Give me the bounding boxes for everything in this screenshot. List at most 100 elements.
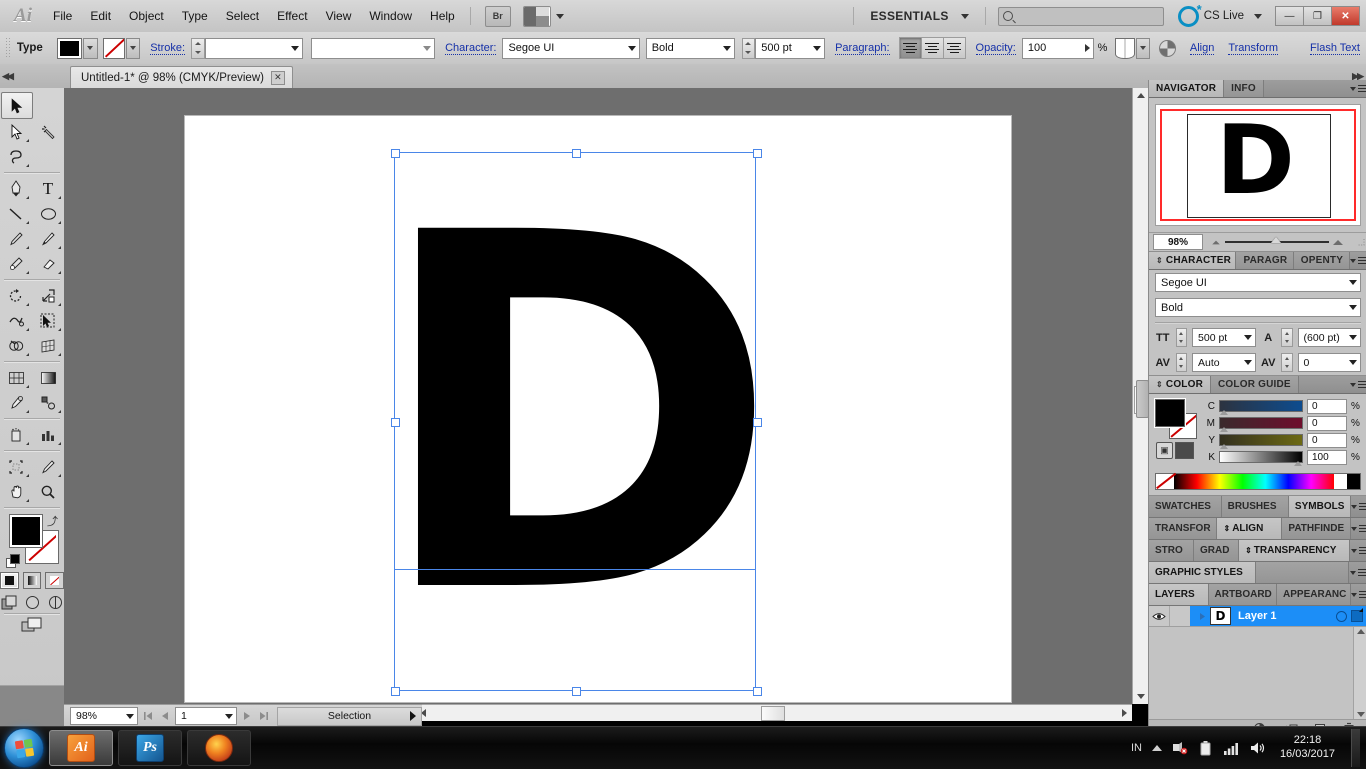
panel-font-size-field[interactable]: 500 pt — [1192, 328, 1256, 347]
navigator-view-box[interactable] — [1160, 109, 1356, 221]
fill-color-swatch[interactable] — [56, 37, 82, 59]
selection-handle-ml[interactable] — [391, 418, 400, 427]
scroll-down-icon[interactable] — [1133, 689, 1148, 704]
stroke-weight-combo[interactable] — [204, 37, 304, 59]
selection-handle-tl[interactable] — [391, 149, 400, 158]
transform-panel-link[interactable]: Transform — [1228, 42, 1279, 55]
language-indicator[interactable]: IN — [1131, 742, 1142, 754]
signal-icon[interactable] — [1223, 740, 1240, 756]
align-center-button[interactable] — [920, 37, 944, 59]
layer-selection-indicator[interactable] — [1351, 608, 1363, 622]
close-button[interactable]: ✕ — [1331, 6, 1360, 26]
previous-artboard-icon[interactable] — [158, 708, 172, 724]
stroke-dropdown-icon[interactable] — [125, 37, 141, 59]
taskbar-item-illustrator[interactable]: Ai — [49, 730, 113, 766]
selection-tool[interactable] — [1, 92, 33, 119]
spectrum-black-swatch[interactable] — [1347, 474, 1360, 489]
clock[interactable]: 22:18 16/03/2017 — [1280, 734, 1335, 762]
navigator-thumbnail[interactable]: D — [1155, 104, 1361, 226]
stroke-profile-combo[interactable] — [311, 37, 436, 59]
scroll-right-icon[interactable] — [1117, 705, 1132, 720]
panel-font-style-combo[interactable]: Bold — [1155, 298, 1361, 317]
change-screen-mode-icon[interactable] — [21, 617, 43, 633]
free-transform-tool[interactable] — [33, 308, 63, 333]
pen-tool[interactable] — [1, 176, 31, 201]
character-panel-menu-icon[interactable] — [1350, 252, 1366, 269]
slice-tool[interactable] — [33, 454, 63, 479]
canvas-horizontal-scrollbar[interactable] — [416, 704, 1132, 721]
type-tool[interactable]: T — [33, 176, 63, 201]
opacity-input[interactable]: 100 — [1021, 37, 1094, 59]
taskbar-item-photoshop[interactable]: Ps — [118, 730, 182, 766]
slider-track-c[interactable] — [1219, 400, 1303, 415]
zoom-level-combo[interactable]: 98% — [70, 707, 138, 725]
swatches-panel-menu-icon[interactable] — [1351, 496, 1366, 517]
slider-track-m[interactable] — [1219, 417, 1303, 432]
paragraph-label[interactable]: Paragraph: — [835, 42, 890, 55]
color-panel-menu-icon[interactable] — [1349, 376, 1366, 393]
selection-handle-br[interactable] — [753, 687, 762, 696]
hand-tool[interactable] — [1, 479, 31, 504]
font-style-combo[interactable]: Bold — [645, 37, 735, 59]
selection-handle-bl[interactable] — [391, 687, 400, 696]
layer-visibility-icon[interactable] — [1149, 606, 1169, 626]
tab-color-guide[interactable]: COLOR GUIDE — [1211, 376, 1299, 393]
stroke-weight-stepper[interactable] — [191, 37, 205, 59]
spectrum-white-swatch[interactable] — [1334, 474, 1347, 489]
slider-value-c[interactable]: 0 — [1307, 398, 1347, 414]
close-icon[interactable]: ✕ — [270, 70, 285, 85]
align-panel-menu-icon[interactable] — [1350, 518, 1366, 539]
default-fill-stroke-icon[interactable] — [6, 554, 20, 568]
gradient-mode-button[interactable] — [22, 572, 42, 589]
tab-graphic-styles[interactable]: GRAPHIC STYLES — [1149, 562, 1256, 583]
tab-gradient[interactable]: GRAD — [1194, 540, 1240, 561]
panel-leading-field[interactable]: (600 pt) — [1297, 328, 1361, 347]
menu-help[interactable]: Help — [421, 5, 464, 27]
fill-swatch-large[interactable] — [9, 514, 43, 548]
artboard-number-combo[interactable]: 1 — [175, 707, 237, 725]
tab-brushes[interactable]: BRUSHES — [1221, 496, 1289, 517]
search-input[interactable] — [997, 6, 1164, 26]
selection-handle-tr[interactable] — [753, 149, 762, 158]
flash-text-link[interactable]: Flash Text — [1310, 42, 1360, 55]
layer-lock-toggle[interactable] — [1169, 606, 1190, 626]
show-hidden-icons-icon[interactable] — [1151, 745, 1162, 751]
selection-handle-tc[interactable] — [572, 149, 581, 158]
gradient-tool[interactable] — [33, 365, 63, 390]
go-to-bridge-button[interactable]: Br — [484, 5, 511, 27]
shape-builder-tool[interactable] — [1, 333, 31, 358]
layers-panel-menu-icon[interactable] — [1350, 584, 1366, 605]
last-artboard-icon[interactable] — [257, 708, 271, 724]
tab-stroke[interactable]: STRO — [1149, 540, 1195, 561]
horizontal-scroll-thumb[interactable] — [761, 706, 785, 721]
tab-swatches[interactable]: SWATCHES — [1149, 496, 1222, 517]
workspace-switcher[interactable]: ESSENTIALS — [860, 9, 978, 23]
tab-transparency[interactable]: ⇕ TRANSPARENCY — [1239, 540, 1351, 561]
slider-track-y[interactable] — [1219, 434, 1303, 449]
navigator-zoom-field[interactable]: 98% — [1153, 234, 1203, 250]
layer-name[interactable]: Layer 1 — [1238, 610, 1277, 622]
align-panel-link[interactable]: Align — [1189, 42, 1215, 55]
navigator-thumbnail-wrap[interactable]: D — [1149, 98, 1366, 232]
table-row[interactable]: D Layer 1 — [1149, 606, 1366, 627]
slider-value-k[interactable]: 100 — [1307, 449, 1347, 465]
stroke-color-swatch[interactable] — [103, 37, 125, 59]
recolor-artwork-icon[interactable] — [1159, 39, 1176, 57]
cs-live-button[interactable]: CS Live — [1177, 2, 1262, 27]
tab-align[interactable]: ⇕ ALIGN — [1217, 518, 1283, 539]
tab-opentype[interactable]: OPENTY — [1293, 252, 1350, 269]
panel-resize-grip[interactable] — [1351, 237, 1366, 247]
direct-selection-tool[interactable] — [1, 119, 31, 144]
paintbrush-tool[interactable] — [1, 226, 31, 251]
zoom-slider-knob[interactable] — [1270, 237, 1281, 244]
leading-stepper[interactable] — [1281, 328, 1293, 347]
color-3d-icon[interactable]: ▣ — [1156, 442, 1173, 459]
zoom-out-icon[interactable] — [1212, 240, 1220, 244]
tab-color[interactable]: ⇕ COLOR — [1149, 376, 1212, 393]
restore-button[interactable]: ❐ — [1303, 6, 1332, 26]
arrange-chevron-down-icon[interactable] — [555, 13, 564, 19]
perspective-grid-tool[interactable] — [33, 333, 63, 358]
tab-layers[interactable]: LAYERS — [1149, 584, 1209, 605]
volume-icon[interactable] — [1250, 740, 1266, 756]
align-right-button[interactable] — [942, 37, 966, 59]
